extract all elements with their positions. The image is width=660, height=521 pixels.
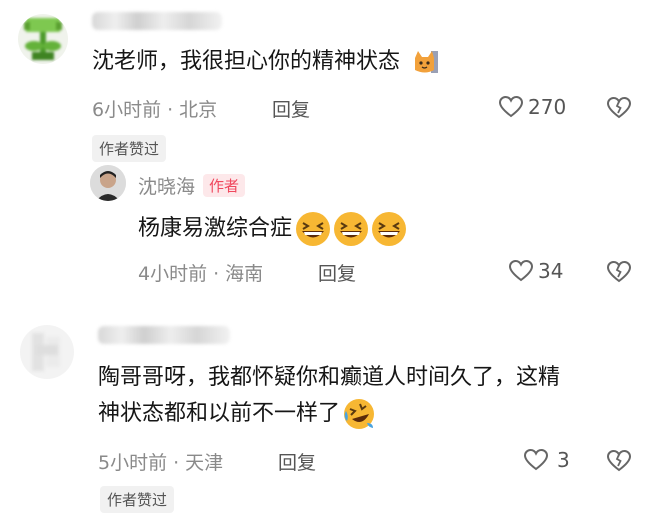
grinning-squint-emoji	[294, 210, 332, 248]
like-button[interactable]: 270	[498, 95, 566, 119]
comment-text: 沈老师，我很担心你的精神状态	[92, 44, 439, 80]
broken-heart-icon	[606, 260, 632, 284]
like-button[interactable]: 3	[523, 448, 570, 472]
avatar[interactable]	[20, 325, 74, 379]
avatar[interactable]	[90, 165, 126, 201]
timestamp: 5小时前	[98, 452, 168, 474]
username-blurred[interactable]	[92, 12, 222, 30]
separator-dot: ·	[213, 263, 220, 285]
reply-header: 沈晓海 作者	[138, 172, 246, 199]
broken-heart-icon	[606, 96, 632, 120]
timestamp: 4小时前	[138, 263, 208, 285]
grinning-squint-emoji	[332, 210, 370, 248]
comment-text: 陶哥哥呀，我都怀疑你和癫道人时间久了，这精 神状态都和以前不一样了	[98, 360, 560, 432]
heart-outline-icon	[498, 95, 524, 119]
dislike-button[interactable]	[606, 260, 632, 284]
author-liked-tag: 作者赞过	[92, 135, 167, 162]
reply-text-content: 杨康易激综合症	[138, 216, 293, 241]
username-blurred[interactable]	[98, 326, 230, 344]
location: 海南	[225, 263, 264, 285]
reply-button[interactable]: 回复	[272, 95, 310, 122]
username[interactable]: 沈晓海	[138, 172, 195, 199]
reply-text: 杨康易激综合症	[138, 210, 408, 248]
comment-text-content: 沈老师，我很担心你的精神状态	[92, 49, 401, 74]
like-count: 270	[528, 95, 567, 119]
like-count: 3	[557, 448, 570, 472]
like-count: 34	[538, 259, 564, 283]
reply-meta: 4小时前 · 海南	[138, 259, 263, 286]
author-liked-tag: 作者赞过	[100, 486, 175, 513]
location: 天津	[185, 452, 224, 474]
separator-dot: ·	[173, 452, 180, 474]
reply-button[interactable]: 回复	[278, 448, 316, 475]
separator-dot: ·	[167, 99, 174, 121]
reply-button[interactable]: 回复	[318, 259, 356, 286]
heart-outline-icon	[523, 448, 549, 472]
dislike-button[interactable]	[606, 449, 632, 473]
rolling-laughing-emoji	[342, 397, 376, 431]
like-button[interactable]: 34	[508, 259, 563, 283]
location: 北京	[179, 99, 218, 121]
cat-emoji	[411, 48, 439, 76]
avatar[interactable]	[18, 14, 68, 64]
broken-heart-icon	[606, 449, 632, 473]
dislike-button[interactable]	[606, 96, 632, 120]
avatar-person-image	[90, 165, 126, 201]
comment-line-1: 陶哥哥呀，我都怀疑你和癫道人时间久了，这精	[98, 365, 561, 390]
author-badge: 作者	[203, 174, 246, 197]
heart-outline-icon	[508, 259, 534, 283]
comment-meta: 5小时前 · 天津	[98, 448, 223, 475]
grinning-squint-emoji	[370, 210, 408, 248]
comment-line-2: 神状态都和以前不一样了	[98, 401, 341, 426]
comment-meta: 6小时前 · 北京	[92, 95, 217, 122]
timestamp: 6小时前	[92, 99, 162, 121]
avatar-blurred-image	[32, 333, 60, 371]
avatar-plant-image	[24, 18, 62, 60]
